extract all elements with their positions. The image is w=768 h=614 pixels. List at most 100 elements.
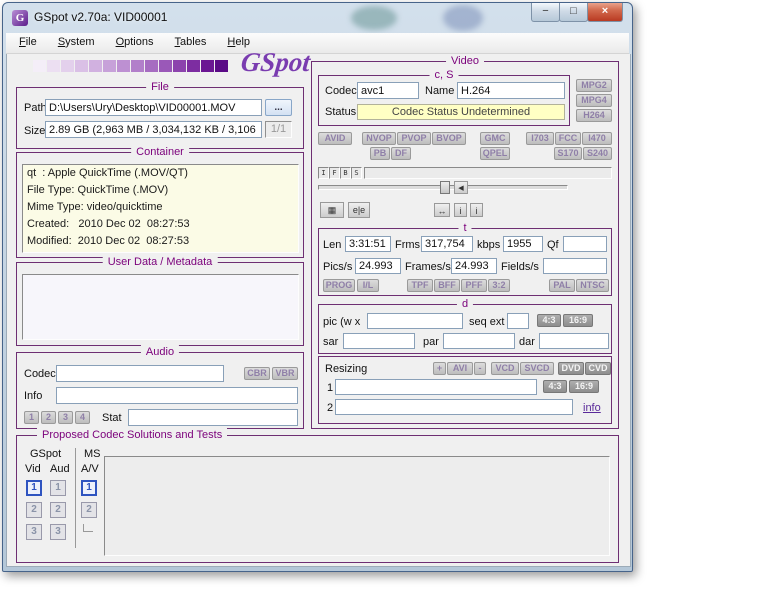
qpel-flag-button[interactable]: QPEL <box>480 147 510 160</box>
vbr-button[interactable]: VBR <box>272 367 298 380</box>
ifbs-f-box: F <box>329 167 340 179</box>
pal-flag-button[interactable]: PAL <box>549 279 575 292</box>
info-link[interactable]: info <box>583 402 601 414</box>
s240-flag-button[interactable]: S240 <box>583 147 612 160</box>
path-input[interactable] <box>45 99 262 116</box>
seq-ext-input[interactable] <box>507 313 529 329</box>
window-controls: − □ × <box>531 3 623 22</box>
gspot-logo: GSpot <box>239 47 312 77</box>
size-input[interactable] <box>45 121 262 138</box>
t-title: t <box>458 221 472 236</box>
resize-ratio-43-button[interactable]: 4:3 <box>543 380 567 393</box>
video-group: Video c, S Codec Name Status Codec Statu… <box>311 54 619 429</box>
fcc-flag-button[interactable]: FCC <box>555 132 581 145</box>
resize-row1-input[interactable] <box>335 379 537 395</box>
pulldown-flag-button[interactable]: 3:2 <box>488 279 510 292</box>
frames-input[interactable] <box>451 258 497 274</box>
df-flag-button[interactable]: DF <box>391 147 411 160</box>
gspot-vid-1-button[interactable]: 1 <box>26 480 42 496</box>
video-name-label: Name <box>425 85 455 97</box>
ms-av-2-button[interactable]: 2 <box>81 502 97 518</box>
il-flag-button[interactable]: I/L <box>357 279 379 292</box>
ms-av-1-button[interactable]: 1 <box>81 480 97 496</box>
frms-input[interactable] <box>421 236 473 252</box>
gspot-aud-1-button[interactable]: 1 <box>50 480 66 496</box>
dvd-button[interactable]: DVD <box>558 362 584 375</box>
frame-step-button[interactable]: ◀ <box>454 181 468 194</box>
bff-flag-button[interactable]: BFF <box>434 279 460 292</box>
glass-reflection <box>351 6 397 30</box>
mpg2-button[interactable]: MPG2 <box>576 79 612 92</box>
prog-flag-button[interactable]: PROG <box>323 279 355 292</box>
d-ratio-169-button[interactable]: 16:9 <box>563 314 593 327</box>
tpf-flag-button[interactable]: TPF <box>407 279 433 292</box>
sar-input[interactable] <box>343 333 415 349</box>
svcd-button[interactable]: SVCD <box>520 362 554 375</box>
video-name-input[interactable] <box>457 82 565 99</box>
menu-file[interactable]: File <box>10 33 46 51</box>
gmc-flag-button[interactable]: GMC <box>480 132 510 145</box>
gspot-vid-3-button[interactable]: 3 <box>26 524 42 540</box>
cbr-button[interactable]: CBR <box>244 367 270 380</box>
i470-flag-button[interactable]: I470 <box>582 132 612 145</box>
resize-minus-button[interactable]: - <box>474 362 486 375</box>
bvop-flag-button[interactable]: BVOP <box>432 132 466 145</box>
pff-flag-button[interactable]: PFF <box>461 279 487 292</box>
kbps-input[interactable] <box>503 236 543 252</box>
gspot-vid-2-button[interactable]: 2 <box>26 502 42 518</box>
seq-ext-label: seq ext <box>469 316 505 328</box>
nvop-flag-button[interactable]: NVOP <box>362 132 396 145</box>
ee-button[interactable]: e|e <box>348 202 370 218</box>
audio-track-3-button[interactable]: 3 <box>58 411 73 424</box>
minimize-button[interactable]: − <box>531 3 560 22</box>
h264-button[interactable]: H264 <box>576 109 612 122</box>
menu-tables[interactable]: Tables <box>166 33 216 51</box>
par-input[interactable] <box>443 333 515 349</box>
pic-input[interactable] <box>367 313 463 329</box>
avid-flag-button[interactable]: AVID <box>318 132 352 145</box>
resize-avi-button[interactable]: AVI <box>447 362 473 375</box>
maximize-button[interactable]: □ <box>559 3 588 22</box>
dar-input[interactable] <box>539 333 609 349</box>
len-input[interactable] <box>345 236 391 252</box>
ntsc-flag-button[interactable]: NTSC <box>576 279 609 292</box>
user-data-group-title: User Data / Metadata <box>102 255 218 270</box>
audio-track-2-button[interactable]: 2 <box>41 411 56 424</box>
gspot-aud-2-button[interactable]: 2 <box>50 502 66 518</box>
audio-stat-input[interactable] <box>128 409 298 426</box>
i703-flag-button[interactable]: I703 <box>526 132 554 145</box>
fields-input[interactable] <box>543 258 607 274</box>
info-i-button-1[interactable]: i <box>454 203 467 217</box>
menu-options[interactable]: Options <box>107 33 163 51</box>
aud-label: Aud <box>50 463 70 475</box>
s170-flag-button[interactable]: S170 <box>554 147 582 160</box>
close-button[interactable]: × <box>587 3 623 22</box>
qf-input[interactable] <box>563 236 607 252</box>
info-i-button-2[interactable]: i <box>470 203 483 217</box>
pb-flag-button[interactable]: PB <box>370 147 390 160</box>
video-codec-input[interactable] <box>357 82 419 99</box>
range-arrows-button[interactable]: ↔ <box>434 203 450 217</box>
audio-info-input[interactable] <box>56 387 298 404</box>
audio-track-1-button[interactable]: 1 <box>24 411 39 424</box>
audio-codec-input[interactable] <box>56 365 224 382</box>
resize-plus-button[interactable]: + <box>433 362 446 375</box>
seek-slider-thumb[interactable] <box>440 181 450 194</box>
menu-system[interactable]: System <box>49 33 104 51</box>
window-titlebar[interactable]: G GSpot v2.70a: VID00001 − □ × <box>3 3 632 33</box>
gspot-aud-3-button[interactable]: 3 <box>50 524 66 540</box>
browse-button[interactable]: ... <box>265 99 292 116</box>
audio-track-4-button[interactable]: 4 <box>75 411 90 424</box>
resize-row2-input[interactable] <box>335 399 573 415</box>
frame-type-strip <box>364 167 612 179</box>
pics-input[interactable] <box>355 258 401 274</box>
pvop-flag-button[interactable]: PVOP <box>397 132 431 145</box>
d-ratio-43-button[interactable]: 4:3 <box>537 314 561 327</box>
preview-clapper-button[interactable]: ▦ <box>320 202 344 218</box>
vcd-button[interactable]: VCD <box>491 362 519 375</box>
audio-stat-label: Stat <box>102 412 122 424</box>
cvd-button[interactable]: CVD <box>585 362 611 375</box>
codec-status-subgroup: c, S Codec Name Status Codec Status Unde… <box>318 68 570 126</box>
resize-ratio-169-button[interactable]: 16:9 <box>569 380 599 393</box>
mpg4-button[interactable]: MPG4 <box>576 94 612 107</box>
